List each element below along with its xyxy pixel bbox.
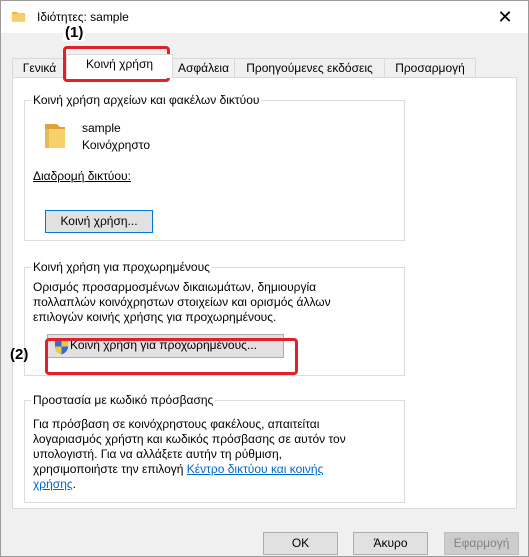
window-title: Ιδιότητες: sample: [37, 10, 129, 24]
tab-previous-versions[interactable]: Προηγούμενες εκδόσεις: [234, 58, 385, 77]
network-sharing-group: Κοινή χρήση αρχείων και φακέλων δικτύου …: [24, 93, 405, 241]
password-text-suffix: .: [72, 477, 77, 491]
sharing-tab-panel: Κοινή χρήση αρχείων και φακέλων δικτύου …: [12, 77, 517, 509]
advanced-description-line-3: επιλογών κοινής χρήσης για προχωρημένους…: [33, 310, 277, 324]
advanced-sharing-heading: Κοινή χρήση για προχωρημένους: [31, 260, 212, 275]
highlight-advanced-button: [45, 338, 298, 375]
step-marker-1: (1): [63, 24, 86, 41]
tab-strip: Γενικά Κοινή χρήση Ασφάλεια Προηγούμενες…: [12, 54, 517, 78]
tab-general[interactable]: Γενικά: [12, 58, 67, 77]
step-marker-2: (2): [10, 346, 29, 363]
network-sharing-center-link-continued[interactable]: χρήσης: [33, 477, 73, 491]
tab-security[interactable]: Ασφάλεια: [172, 58, 235, 77]
network-path-label: Διαδρομή δικτύου:: [33, 169, 131, 183]
folder-icon: [45, 124, 65, 148]
password-text-line-3: υπολογιστή. Για να αλλάξετε αυτήν τη ρύθ…: [33, 447, 282, 461]
advanced-description-line-2: πολλαπλών κοινόχρηστων στοιχείων και ορι…: [33, 295, 331, 309]
folder-icon: [11, 11, 26, 22]
share-button[interactable]: Κοινή χρήση...: [45, 210, 153, 233]
advanced-description-line-1: Ορισμός προσαρμοσμένων δικαιωμάτων, δημι…: [33, 280, 317, 294]
close-button[interactable]: ✕: [482, 1, 528, 33]
tab-customize[interactable]: Προσαρμογή: [384, 58, 476, 77]
password-text-line-4: χρησιμοποιήστε την επιλογή Κέντρο δικτύο…: [33, 462, 323, 477]
network-sharing-heading: Κοινή χρήση αρχείων και φακέλων δικτύου: [31, 93, 262, 108]
password-text-line-5: χρήσης.: [33, 477, 76, 492]
ok-button[interactable]: OK: [263, 532, 338, 555]
password-protection-heading: Προστασία με κωδικό πρόσβασης: [31, 393, 216, 408]
close-icon: ✕: [497, 6, 513, 27]
password-protection-group: Προστασία με κωδικό πρόσβασης Για πρόσβα…: [24, 393, 405, 503]
apply-button[interactable]: Εφαρμογή: [444, 532, 519, 555]
tab-sharing[interactable]: Κοινή χρήση: [66, 54, 173, 78]
password-text-line-2: λογαριασμός χρήστη και κωδικός πρόσβασης…: [33, 432, 346, 446]
properties-window: Ιδιότητες: sample ✕ Γενικά Κοινή χρήση Α…: [0, 0, 529, 557]
network-sharing-center-link[interactable]: Κέντρο δικτύου και κοινής: [187, 462, 324, 476]
password-text-prefix: χρησιμοποιήστε την επιλογή: [33, 462, 187, 476]
folder-share-status: Κοινόχρηστο: [82, 138, 150, 152]
password-text-line-1: Για πρόσβαση σε κοινόχρηστους φακέλους, …: [33, 417, 320, 431]
cancel-button[interactable]: Άκυρο: [353, 532, 428, 555]
folder-name: sample: [82, 121, 121, 135]
